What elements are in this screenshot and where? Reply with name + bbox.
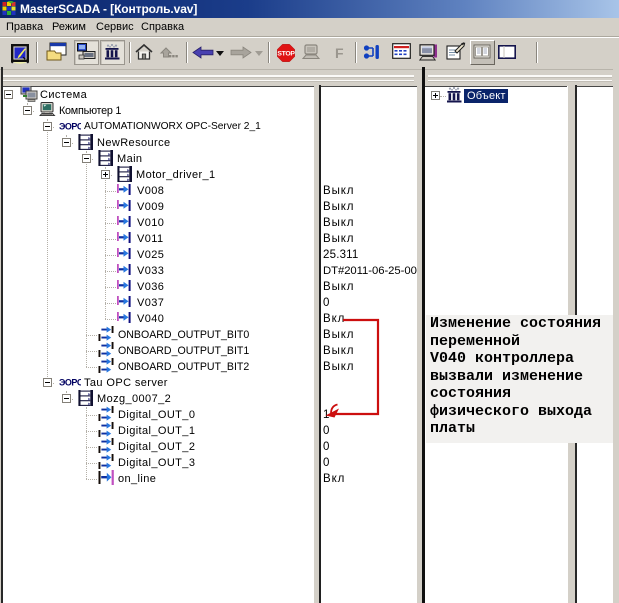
svg-text:STOP: STOP (277, 51, 295, 58)
svg-text:ЭOPC: ЭOPC (59, 378, 81, 388)
svg-text:ЭOPC: ЭOPC (59, 122, 81, 132)
